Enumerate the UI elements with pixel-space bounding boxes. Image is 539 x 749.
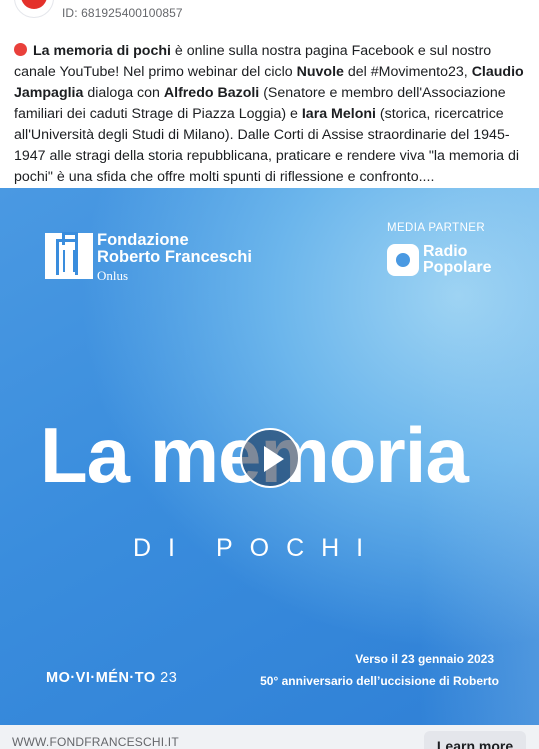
partner-name-line1: Radio: [423, 243, 468, 260]
post-text-bold: Nuvole: [296, 64, 344, 80]
fondazione-name-line2: Roberto Franceschi: [97, 248, 252, 266]
movimento-text: MO·VI·MÉN·TO: [46, 670, 156, 686]
play-button[interactable]: [240, 428, 300, 488]
media-partner-label: MEDIA PARTNER: [387, 222, 486, 234]
radio-popolare-logo-icon: [387, 244, 419, 276]
post-text-bold: Alfredo Bazoli: [163, 85, 260, 101]
fondazione-name-line1: Fondazione: [97, 231, 189, 249]
post-text-bold: Iara Meloni: [301, 106, 376, 122]
event-date: Verso il 23 gennaio 2023: [355, 652, 494, 666]
red-circle-icon: [14, 43, 27, 56]
video-subtitle: DI POCHI: [133, 534, 381, 562]
avatar-logo-icon: [21, 0, 47, 9]
movimento-number: 23: [160, 670, 178, 686]
fondazione-suffix: Onlus: [97, 268, 129, 283]
post-title: La memoria di pochi: [33, 43, 171, 59]
post-body: La memoria di pochi è online sulla nostr…: [14, 41, 529, 188]
video-thumbnail[interactable]: Fondazione Roberto Franceschi Onlus MEDI…: [0, 188, 539, 725]
radio-logo-circle: [396, 253, 410, 267]
learn-more-button[interactable]: Learn more: [424, 731, 526, 749]
tower-icon: [56, 232, 78, 275]
play-icon: [264, 446, 284, 472]
partner-name-line2: Popolare: [423, 259, 492, 276]
post-text-part: del #Movimento23,: [343, 64, 472, 80]
anniversary-text: 50° anniversario dell’uccisione di Rober…: [260, 674, 499, 688]
radio-popolare-name: Radio Popolare: [423, 244, 491, 276]
fondazione-name: Fondazione Roberto Franceschi: [97, 232, 252, 266]
post-text-part: dialoga con: [83, 85, 164, 101]
link-domain[interactable]: WWW.FONDFRANCESCHI.IT: [12, 735, 179, 749]
movimento-brand: MO·VI·MÉN·TO 23: [46, 670, 177, 686]
page-avatar[interactable]: [14, 0, 54, 18]
post-header: ID: 681925400100857: [0, 0, 539, 28]
post-id: ID: 681925400100857: [62, 6, 183, 20]
fondazione-logo-icon: [45, 232, 93, 279]
